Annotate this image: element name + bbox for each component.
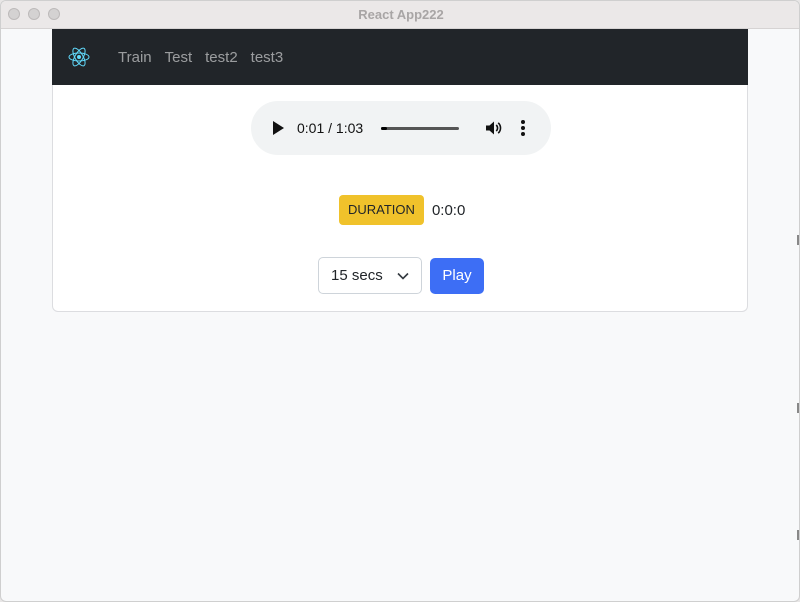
duration-badge: DURATION (339, 195, 424, 225)
nav-link-test3[interactable]: test3 (251, 49, 284, 66)
play-icon[interactable] (271, 119, 285, 137)
app-window: React App222 Train Test test2 test3 0:01… (0, 0, 800, 602)
volume-icon[interactable] (484, 119, 502, 137)
duration-row: DURATION 0:0:0 (339, 195, 465, 225)
title-bar: React App222 (1, 1, 799, 29)
resize-handle-mark (797, 530, 799, 540)
nav-link-test[interactable]: Test (165, 49, 193, 66)
interval-select[interactable]: 15 secs (318, 257, 422, 294)
audio-progress-fill (381, 127, 387, 130)
window-title: React App222 (358, 7, 444, 22)
nav-link-train[interactable]: Train (118, 49, 152, 66)
chevron-down-icon (397, 272, 409, 280)
resize-handle-mark (797, 403, 799, 413)
nav-link-test2[interactable]: test2 (205, 49, 238, 66)
interval-select-value: 15 secs (331, 267, 383, 284)
main-card: 0:01 / 1:03 DURATION 0:0:0 15 secs Play (52, 85, 748, 312)
navbar: Train Test test2 test3 (52, 29, 748, 85)
audio-progress-slider[interactable] (381, 127, 459, 130)
duration-value: 0:0:0 (431, 201, 466, 219)
react-atom-icon[interactable] (68, 46, 90, 68)
nav-links: Train Test test2 test3 (118, 29, 296, 85)
audio-player[interactable]: 0:01 / 1:03 (251, 101, 551, 155)
more-vertical-icon[interactable] (519, 119, 527, 137)
resize-handle-mark (797, 235, 799, 245)
audio-time-display: 0:01 / 1:03 (297, 120, 364, 136)
play-button[interactable]: Play (430, 258, 484, 294)
